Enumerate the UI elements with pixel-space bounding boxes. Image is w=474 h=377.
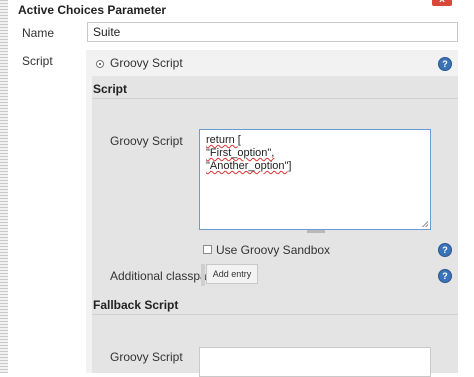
help-icon[interactable]: ? xyxy=(438,243,452,257)
groovy-script-label: Groovy Script xyxy=(110,134,183,148)
name-label: Name xyxy=(22,26,55,40)
groovy-script-editor[interactable]: return [ "First_option", "Another_option… xyxy=(199,129,431,230)
code-line: "First_option", xyxy=(206,147,275,159)
code-line: "Another_option"] xyxy=(206,160,292,172)
section-divider xyxy=(92,314,458,315)
textarea-grip[interactable] xyxy=(307,230,325,233)
script-label: Script xyxy=(22,54,53,68)
groovy-sandbox-label: Use Groovy Sandbox xyxy=(216,243,331,257)
drag-handle[interactable] xyxy=(0,0,8,373)
help-icon[interactable]: ? xyxy=(438,269,452,283)
help-icon[interactable]: ? xyxy=(438,57,452,71)
fallback-section-heading: Fallback Script xyxy=(93,298,179,312)
fallback-groovy-script-label: Groovy Script xyxy=(110,350,183,364)
section-divider xyxy=(92,98,458,99)
close-icon: x xyxy=(439,0,445,5)
groovy-sandbox-checkbox[interactable] xyxy=(203,245,212,254)
button-accent xyxy=(201,264,205,286)
groovy-script-radio-label: Groovy Script xyxy=(110,56,183,70)
parameter-title: Active Choices Parameter xyxy=(18,3,167,17)
code-line: return [ xyxy=(206,134,241,146)
delete-parameter-button[interactable]: x xyxy=(432,0,452,6)
groovy-script-radio[interactable] xyxy=(96,60,104,68)
script-section-heading: Script xyxy=(93,82,128,96)
resize-handle-icon[interactable] xyxy=(422,221,428,227)
name-input[interactable] xyxy=(87,22,458,42)
add-entry-button[interactable]: Add entry xyxy=(206,264,258,284)
